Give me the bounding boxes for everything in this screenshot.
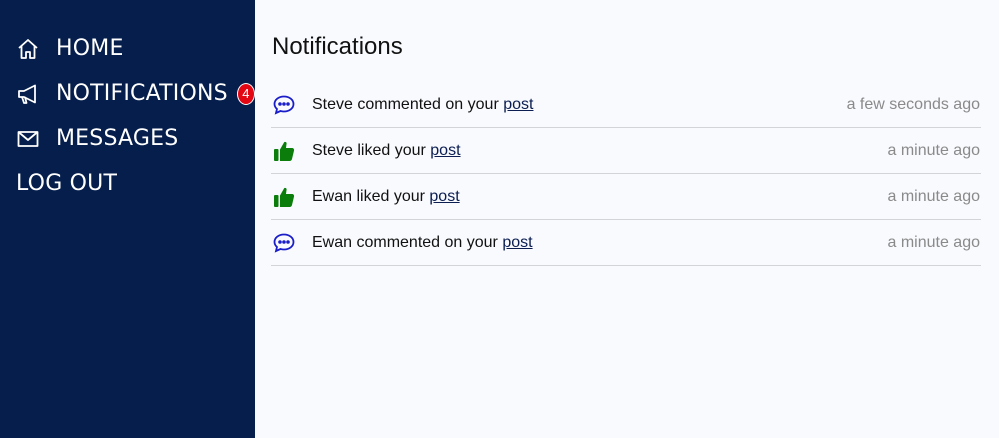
notification-text: Ewan commented on your post	[312, 234, 887, 252]
sidebar-item-label: HOME	[56, 36, 124, 61]
sidebar-item-logout[interactable]: LOG OUT	[0, 161, 255, 206]
notification-count-badge: 4	[236, 82, 255, 105]
notification-text: Ewan liked your post	[312, 188, 887, 206]
sidebar-item-notifications[interactable]: NOTIFICATIONS 4	[0, 71, 255, 116]
thumbs-up-icon	[271, 138, 297, 164]
megaphone-icon	[16, 82, 40, 106]
notification-text: Steve commented on your post	[312, 96, 847, 114]
thumbs-up-icon	[271, 184, 297, 210]
home-icon	[16, 37, 40, 61]
post-link[interactable]: post	[430, 142, 460, 159]
sidebar-item-label: MESSAGES	[56, 126, 179, 151]
envelope-icon	[16, 127, 40, 151]
notification-time: a minute ago	[887, 187, 980, 205]
main-content: Notifications Steve commented on your po…	[255, 0, 999, 438]
comment-icon	[271, 230, 297, 256]
notification-row: Ewan commented on your post a minute ago	[271, 220, 981, 266]
sidebar-item-home[interactable]: HOME	[0, 26, 255, 71]
notification-list: Steve commented on your post a few secon…	[271, 82, 981, 266]
post-link[interactable]: post	[503, 96, 533, 113]
post-link[interactable]: post	[429, 188, 459, 205]
notification-row: Ewan liked your post a minute ago	[271, 174, 981, 220]
notification-row: Steve liked your post a minute ago	[271, 128, 981, 174]
notification-message: Steve liked your	[312, 141, 431, 159]
notification-time: a minute ago	[887, 141, 980, 159]
sidebar: HOME NOTIFICATIONS 4 MESSAGES LOG OUT	[0, 0, 255, 438]
notification-time: a minute ago	[887, 233, 980, 251]
notification-message: Ewan commented on your	[312, 233, 503, 251]
post-link[interactable]: post	[502, 234, 532, 251]
page-title: Notifications	[272, 33, 403, 60]
notification-message: Steve commented on your	[312, 95, 504, 113]
comment-icon	[271, 92, 297, 118]
sidebar-item-label: NOTIFICATIONS	[56, 81, 228, 106]
notification-time: a few seconds ago	[846, 95, 980, 113]
sidebar-item-label: LOG OUT	[16, 171, 118, 196]
notification-text: Steve liked your post	[312, 142, 887, 160]
notification-message: Ewan liked your	[312, 187, 430, 205]
sidebar-item-messages[interactable]: MESSAGES	[0, 116, 255, 161]
notification-row: Steve commented on your post a few secon…	[271, 82, 981, 128]
